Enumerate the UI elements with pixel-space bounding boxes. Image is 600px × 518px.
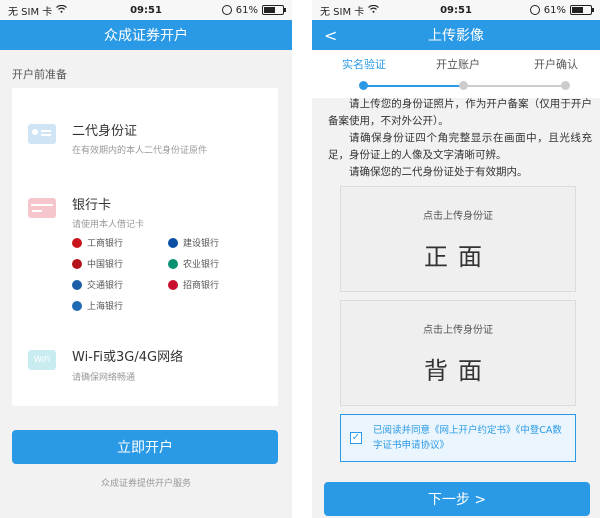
step-confirm: 开户确认: [534, 58, 578, 71]
bank-card-title: 银行卡: [72, 198, 112, 213]
bank-entry: 招商银行: [168, 278, 219, 291]
instruction-3: 请确保您的二代身份证处于有效期内。: [349, 166, 528, 178]
bank-entry: 交通银行: [72, 278, 123, 291]
bank-entry: 上海银行: [72, 299, 123, 312]
screen-divider: [292, 0, 312, 518]
bank-logo-icon: [72, 279, 82, 290]
bank-logo-icon: [72, 258, 82, 269]
upload-back-label: 背面: [424, 357, 492, 385]
upload-back-hint: 点击上传身份证: [423, 325, 493, 336]
carrier-group: 无 SIM 卡: [8, 3, 68, 18]
battery-icon: [262, 5, 286, 15]
agreement-checkbox[interactable]: ✓: [350, 432, 362, 444]
battery-icon: [570, 5, 594, 15]
carrier-label: 无 SIM 卡: [8, 6, 53, 18]
step-open-account: 开立账户: [436, 58, 480, 71]
id-card-icon: [28, 124, 56, 144]
left-phone-screen: 无 SIM 卡 09:51 61% 众成证券开户 开户前准备 二代身份证 在有效…: [0, 0, 292, 518]
right-phone-screen: 无 SIM 卡 09:51 61% < 上传影像 实名验证 开立账户 开户确认 …: [312, 0, 600, 518]
rotation-lock-icon: [221, 5, 232, 15]
back-icon[interactable]: <: [324, 26, 337, 45]
battery-percent: 61%: [235, 4, 258, 16]
bank-entry: 建设银行: [168, 236, 219, 249]
carrier-label: 无 SIM 卡: [320, 6, 365, 18]
id-card-title: 二代身份证: [72, 124, 138, 139]
page-title: 众成证券开户: [104, 28, 188, 44]
bank-logo-icon: [72, 300, 82, 311]
upload-front-label: 正面: [424, 243, 492, 271]
instruction-2: 请确保身份证四个角完整显示在画面中，且光线充足，身份证上的人像及文字清晰可辨。: [328, 132, 592, 161]
step-track-fill: [362, 85, 465, 87]
page-title: 上传影像: [428, 28, 484, 44]
bank-name: 招商银行: [183, 281, 220, 291]
nav-bar: 众成证券开户: [0, 20, 292, 50]
step-dot-3: [561, 81, 570, 90]
bank-name: 交通银行: [87, 281, 124, 291]
upload-front-button[interactable]: 点击上传身份证 正面: [340, 186, 576, 292]
carrier-group: 无 SIM 卡: [320, 3, 380, 18]
section-heading: 开户前准备: [12, 68, 67, 81]
bank-logo-icon: [72, 237, 82, 248]
network-title: Wi-Fi或3G/4G网络: [72, 350, 184, 365]
step-verify: 实名验证: [342, 58, 386, 71]
status-bar: 无 SIM 卡 09:51 61%: [0, 0, 292, 20]
bank-entry: 中国银行: [72, 257, 123, 270]
instruction-1: 请上传您的身份证照片，作为开户备案（仅用于开户备案使用，不对外公开）。: [328, 98, 592, 127]
step-dot-2: [459, 81, 468, 90]
id-card-subtitle: 在有效期内的本人二代身份证原件: [72, 146, 208, 156]
bank-name: 中国银行: [87, 260, 124, 270]
wifi-icon: [56, 4, 68, 16]
bank-name: 工商银行: [87, 239, 124, 249]
bank-logo-icon: [168, 279, 178, 290]
instructions: 请上传您的身份证照片，作为开户备案（仅用于开户备案使用，不对外公开）。 请确保身…: [328, 96, 592, 181]
upload-front-hint: 点击上传身份证: [423, 211, 493, 222]
wifi-icon: [368, 4, 380, 16]
step-dot-1: [359, 81, 368, 90]
bank-logo-icon: [168, 237, 178, 248]
bank-card-icon: [28, 198, 56, 218]
open-account-button[interactable]: 立即开户: [12, 430, 278, 464]
status-bar: 无 SIM 卡 09:51 61%: [312, 0, 600, 20]
wifi-badge-icon: WiFi: [28, 350, 56, 370]
agreement-text[interactable]: 已阅读并同意《网上开户约定书》《中登CA数字证书申请协议》: [373, 423, 569, 453]
bank-name: 上海银行: [87, 302, 124, 312]
bank-name: 农业银行: [183, 260, 220, 270]
battery-percent: 61%: [543, 4, 566, 16]
requirements-card: 二代身份证 在有效期内的本人二代身份证原件 银行卡 请使用本人借记卡 工商银行 建…: [12, 88, 278, 406]
bank-card-subtitle: 请使用本人借记卡: [72, 220, 145, 230]
next-button[interactable]: 下一步 >: [324, 482, 590, 516]
rotation-lock-icon: [529, 5, 540, 15]
upload-back-button[interactable]: 点击上传身份证 背面: [340, 300, 576, 406]
agreement-box: ✓ 已阅读并同意《网上开户约定书》《中登CA数字证书申请协议》: [340, 414, 576, 462]
step-indicator: 实名验证 开立账户 开户确认: [312, 50, 600, 98]
bank-entry: 农业银行: [168, 257, 219, 270]
bank-entry: 工商银行: [72, 236, 123, 249]
footer-note: 众成证券提供开户服务: [100, 479, 191, 489]
bank-logo-icon: [168, 258, 178, 269]
battery-group: 61%: [221, 4, 286, 16]
network-subtitle: 请确保网络畅通: [72, 373, 136, 383]
battery-group: 61%: [529, 4, 594, 16]
nav-bar: < 上传影像: [312, 20, 600, 50]
bank-name: 建设银行: [183, 239, 220, 249]
